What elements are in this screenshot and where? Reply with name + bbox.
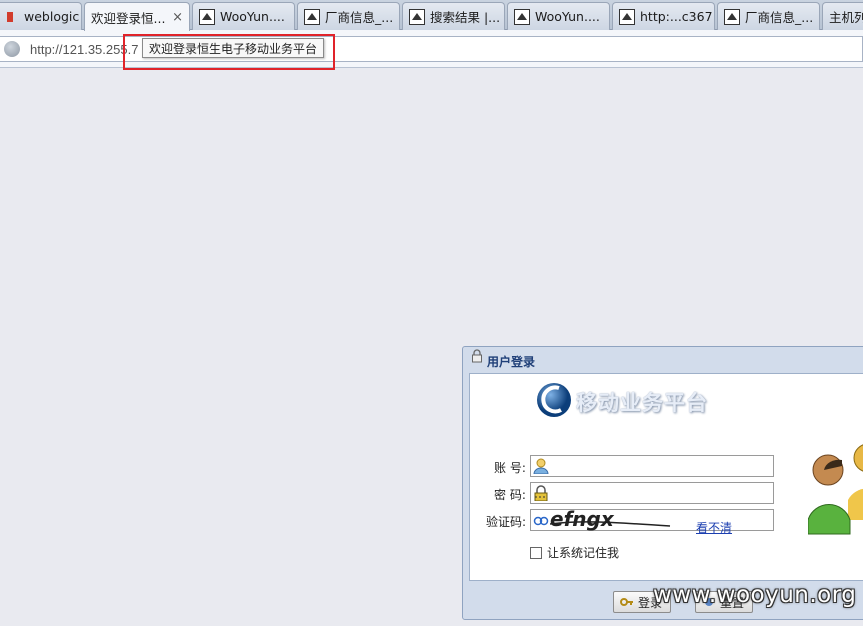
login-panel: 用户登录 移动业务平台 账 号: 密 码: 验证码: efngx 看不清 让系统…: [462, 346, 863, 620]
highlight-box: [123, 34, 335, 70]
users-illustration: [808, 444, 863, 535]
padlock-icon: [534, 485, 548, 501]
globe-icon: [4, 41, 20, 57]
remember-checkbox[interactable]: [530, 546, 542, 559]
tab-label: http:...c367: [640, 9, 713, 24]
tab-wooyun-2[interactable]: WooYun....: [507, 2, 610, 30]
account-field[interactable]: [530, 455, 774, 477]
tab-weblogic[interactable]: weblogic ...: [0, 2, 82, 30]
tab-host-list[interactable]: 主机列: [822, 2, 863, 30]
tab-label: 厂商信息_...: [325, 10, 394, 25]
logo-icon: [537, 383, 571, 417]
panel-title: 用户登录: [487, 355, 536, 369]
watermark: www.wooyun.org: [653, 582, 857, 608]
tab-label: 欢迎登录恒...: [91, 10, 166, 26]
tab-label: 主机列: [829, 10, 863, 25]
login-form: 移动业务平台 账 号: 密 码: 验证码: efngx 看不清 让系统记住我: [469, 373, 863, 581]
tab-search-results[interactable]: 搜索结果 |...: [402, 2, 505, 30]
tab-label: 搜索结果 |...: [430, 10, 501, 25]
password-label: 密 码:: [494, 488, 526, 502]
user-icon: [533, 458, 549, 474]
password-field[interactable]: [530, 482, 774, 504]
captcha-label: 验证码:: [486, 515, 527, 529]
tab-label: WooYun....: [535, 9, 600, 24]
refresh-captcha-link[interactable]: 看不清: [696, 519, 732, 536]
tab-http[interactable]: http:...c367: [612, 2, 715, 30]
tab-label: 厂商信息_...: [745, 10, 814, 25]
remember-label: 让系统记住我: [547, 546, 620, 560]
wooyun-icon: [304, 8, 320, 25]
brand-text: 移动业务平台: [576, 391, 708, 415]
wooyun-icon: [514, 8, 530, 25]
remember-me[interactable]: 让系统记住我: [530, 544, 619, 561]
tab-vendor-info-1[interactable]: 厂商信息_...: [297, 2, 400, 30]
platform-logo: 移动业务平台: [534, 378, 734, 422]
wooyun-icon: [199, 8, 215, 25]
lock-icon: [471, 349, 483, 366]
tab-login-page[interactable]: 欢迎登录恒... ×: [84, 2, 190, 31]
wooyun-icon: [724, 8, 740, 25]
wooyun-icon: [409, 8, 425, 25]
link-icon: [533, 516, 549, 526]
wooyun-icon: [619, 8, 635, 25]
key-icon: [620, 595, 634, 609]
captcha-image[interactable]: efngx: [549, 506, 675, 536]
red-icon: [3, 9, 19, 25]
captcha-text: efngx: [550, 507, 615, 531]
close-tab-icon[interactable]: ×: [172, 10, 183, 25]
tab-wooyun-1[interactable]: WooYun....: [192, 2, 295, 30]
tab-strip: weblogic ... 欢迎登录恒... × WooYun.... 厂商信息_…: [0, 0, 863, 31]
account-label: 账 号:: [494, 461, 526, 475]
tab-label: weblogic ...: [24, 9, 81, 24]
tab-label: WooYun....: [220, 9, 285, 24]
tab-vendor-info-2[interactable]: 厂商信息_...: [717, 2, 820, 30]
